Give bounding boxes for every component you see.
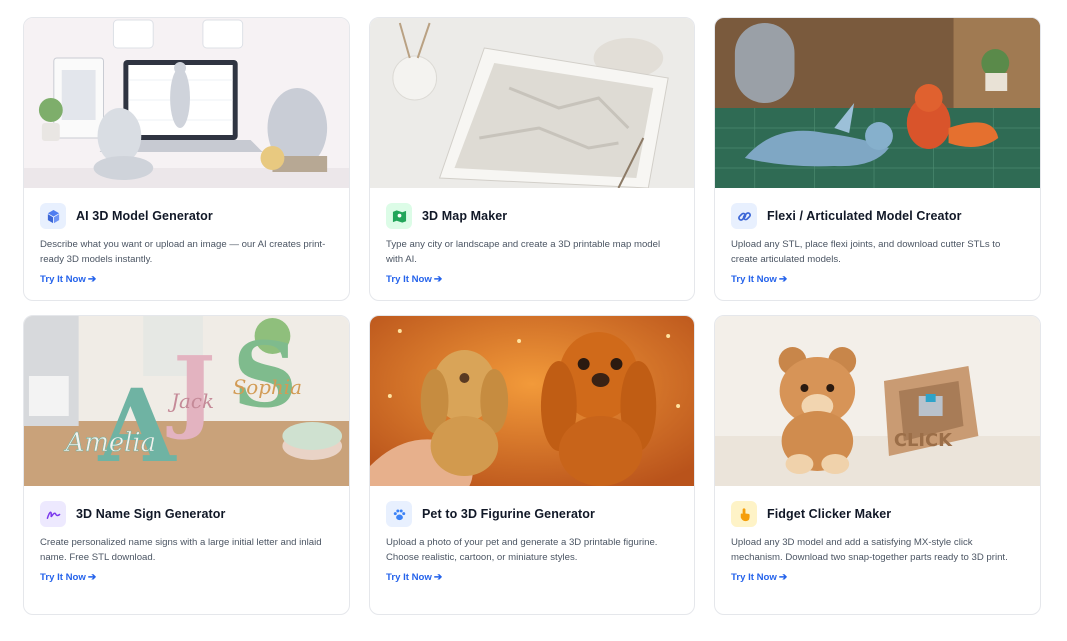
arrow-right-icon: ➔ xyxy=(87,274,97,285)
3d-map-thumbnail xyxy=(370,18,694,188)
cta-label: Try It Now xyxy=(731,572,777,583)
card-description: Upload any 3D model and add a satisfying… xyxy=(731,537,1008,563)
name-sign-thumbnail: A J S Jack Sophia Amelia xyxy=(24,316,349,486)
card-fidget-clicker-maker[interactable]: CLICK Fidget Clicker Maker Upload any 3D… xyxy=(714,315,1041,615)
fidget-clicker-thumbnail: CLICK xyxy=(715,316,1040,486)
arrow-right-icon: ➔ xyxy=(433,274,443,285)
cta-label: Try It Now xyxy=(40,572,86,583)
card-title: 3D Map Maker xyxy=(422,209,508,223)
card-pet-to-3d-figurine-generator[interactable]: Pet to 3D Figurine Generator Upload a ph… xyxy=(369,315,695,615)
card-3d-map-maker[interactable]: 3D Map Maker Type any city or landscape … xyxy=(369,17,695,301)
cta-label: Try It Now xyxy=(386,572,432,583)
sign-name: Jack xyxy=(167,390,214,413)
card-description: Upload a photo of your pet and generate … xyxy=(386,537,658,563)
link-icon xyxy=(731,203,757,229)
arrow-right-icon: ➔ xyxy=(778,274,788,285)
card-title: 3D Name Sign Generator xyxy=(76,507,226,521)
sign-letter: A xyxy=(98,367,178,485)
card-title: Flexi / Articulated Model Creator xyxy=(767,209,962,223)
sign-name: Sophia xyxy=(233,376,302,399)
try-it-now-link[interactable]: Try It Now ➔ xyxy=(731,572,787,583)
card-description: Describe what you want or upload an imag… xyxy=(40,239,326,265)
arrow-right-icon: ➔ xyxy=(433,572,443,583)
paw-icon xyxy=(386,501,412,527)
arrow-right-icon: ➔ xyxy=(778,572,788,583)
tools-grid: AI 3D Model Generator Describe what you … xyxy=(23,17,1041,615)
cube-icon xyxy=(40,203,66,229)
pet-figurine-thumbnail xyxy=(370,316,694,486)
signature-icon xyxy=(40,501,66,527)
card-description: Upload any STL, place flexi joints, and … xyxy=(731,239,1001,265)
map-icon xyxy=(386,203,412,229)
try-it-now-link[interactable]: Try It Now ➔ xyxy=(386,274,442,285)
cta-label: Try It Now xyxy=(731,274,777,285)
try-it-now-link[interactable]: Try It Now ➔ xyxy=(731,274,787,285)
card-description: Type any city or landscape and create a … xyxy=(386,239,661,265)
try-it-now-link[interactable]: Try It Now ➔ xyxy=(386,572,442,583)
flexi-model-thumbnail xyxy=(715,18,1040,188)
cta-label: Try It Now xyxy=(40,274,86,285)
card-description: Create personalized name signs with a la… xyxy=(40,537,322,563)
arrow-right-icon: ➔ xyxy=(87,572,97,583)
sign-name: Amelia xyxy=(64,428,156,458)
try-it-now-link[interactable]: Try It Now ➔ xyxy=(40,274,96,285)
card-3d-name-sign-generator[interactable]: A J S Jack Sophia Amelia 3D Name Sign Ge… xyxy=(23,315,350,615)
pointer-icon xyxy=(731,501,757,527)
ai-3d-model-thumbnail xyxy=(24,18,349,188)
try-it-now-link[interactable]: Try It Now ➔ xyxy=(40,572,96,583)
card-title: AI 3D Model Generator xyxy=(76,209,213,223)
card-title: Fidget Clicker Maker xyxy=(767,507,892,521)
cta-label: Try It Now xyxy=(386,274,432,285)
card-ai-3d-model-generator[interactable]: AI 3D Model Generator Describe what you … xyxy=(23,17,350,301)
card-flexi-articulated-model-creator[interactable]: Flexi / Articulated Model Creator Upload… xyxy=(714,17,1041,301)
card-title: Pet to 3D Figurine Generator xyxy=(422,507,595,521)
clicker-text: CLICK xyxy=(894,430,953,451)
